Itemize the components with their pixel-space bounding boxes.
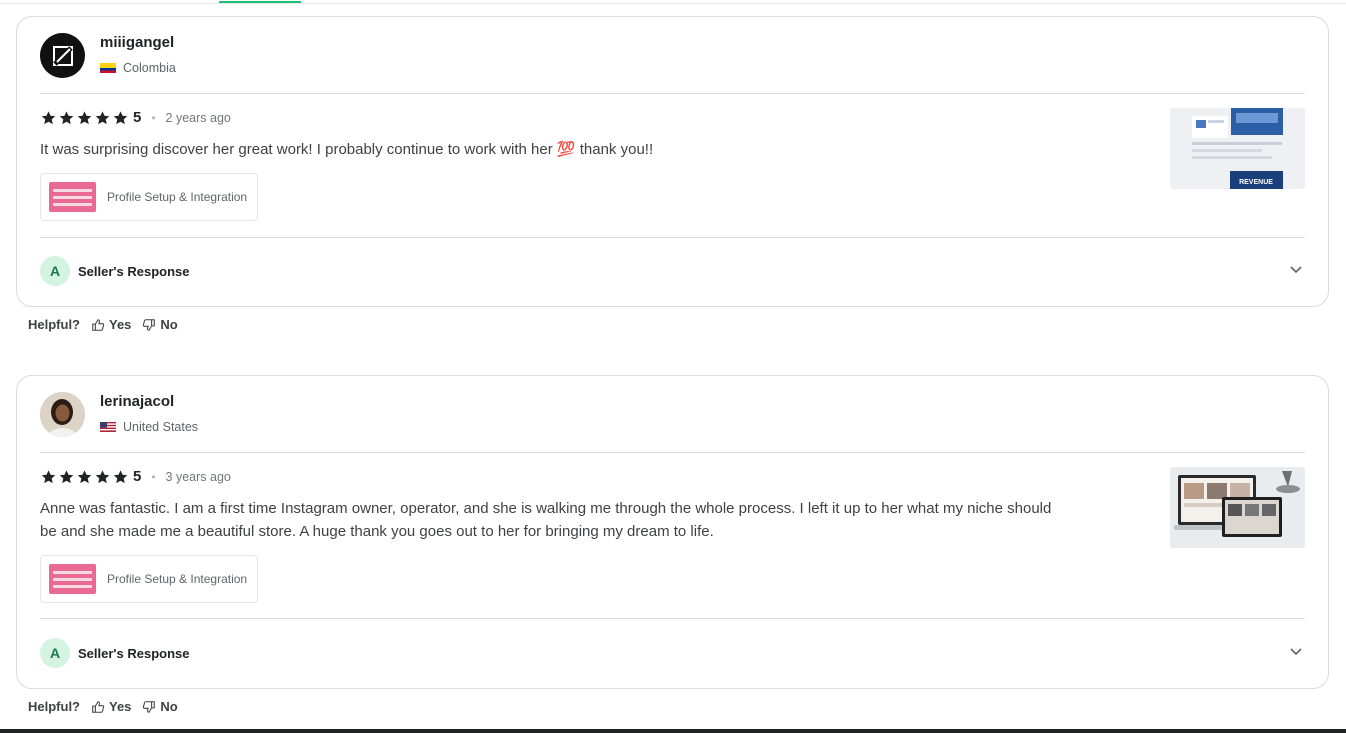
helpful-row: Helpful? Yes No: [28, 317, 178, 332]
thumbs-up-icon: [92, 700, 105, 713]
gig-thumbnail: [49, 182, 96, 212]
revenue-banner-text: REVENUE: [1239, 179, 1273, 186]
rating-value: 5: [133, 468, 142, 485]
chevron-down-icon[interactable]: [1289, 644, 1303, 658]
star-icon: [59, 469, 74, 483]
helpful-no-button[interactable]: No: [142, 699, 178, 714]
thumbs-down-icon: [143, 700, 156, 713]
thumbs-up-icon: [92, 318, 105, 331]
avatar[interactable]: [40, 392, 85, 437]
us-flag-icon: [100, 422, 116, 432]
country-label: Colombia: [123, 61, 176, 75]
seller-response-toggle[interactable]: A Seller's Response: [40, 638, 189, 668]
helpful-row: Helpful? Yes No: [28, 699, 178, 714]
rating-value: 5: [133, 109, 142, 126]
seller-response-label: Seller's Response: [78, 263, 190, 279]
star-icon: [41, 110, 56, 124]
helpful-no-button[interactable]: No: [142, 317, 178, 332]
star-rating: [40, 110, 129, 126]
star-icon: [113, 110, 128, 124]
rating-row: 5 • 2 years ago: [40, 109, 231, 126]
reviewer-username[interactable]: lerinajacol: [100, 393, 174, 410]
brand-logo-icon: [52, 45, 73, 66]
reviewer-country: Colombia: [100, 61, 176, 75]
seller-avatar: A: [40, 256, 70, 286]
seller-response-label: Seller's Response: [78, 645, 190, 661]
work-sample-graphic: [1170, 467, 1305, 548]
rating-row: 5 • 3 years ago: [40, 468, 231, 485]
star-icon: [77, 469, 92, 483]
separator-dot: •: [151, 110, 156, 125]
seller-response-toggle[interactable]: A Seller's Response: [40, 256, 189, 286]
review-text: Anne was fantastic. I am a first time In…: [40, 500, 1052, 540]
thumbs-down-icon: [143, 318, 156, 331]
divider: [40, 93, 1305, 94]
active-tab-indicator: [219, 1, 301, 3]
helpful-yes-label: Yes: [109, 317, 132, 332]
review-time: 2 years ago: [165, 110, 231, 125]
country-label: United States: [123, 420, 199, 434]
work-sample-image[interactable]: REVENUE: [1170, 108, 1305, 189]
helpful-label: Helpful?: [28, 317, 80, 332]
reviewer-country: United States: [100, 420, 198, 434]
separator-dot: •: [151, 469, 156, 484]
seller-avatar: A: [40, 638, 70, 668]
divider: [40, 618, 1305, 619]
top-divider: [0, 0, 1346, 4]
profile-photo-icon: [40, 392, 85, 437]
star-icon: [95, 469, 110, 483]
helpful-yes-button[interactable]: Yes: [91, 699, 131, 714]
helpful-label: Helpful?: [28, 699, 80, 714]
gig-label: Profile Setup & Integration: [107, 190, 248, 204]
helpful-yes-button[interactable]: Yes: [91, 317, 131, 332]
review-time: 3 years ago: [165, 469, 231, 484]
review-text: It was surprising discover her great wor…: [40, 141, 654, 158]
bottom-edge-bar: [0, 729, 1346, 733]
helpful-no-label: No: [160, 699, 178, 714]
star-icon: [41, 469, 56, 483]
divider: [40, 452, 1305, 453]
review-card: miiigangel Colombia 5 • 2 years ago It w…: [16, 16, 1329, 307]
avatar[interactable]: [40, 33, 85, 78]
chevron-down-icon[interactable]: [1289, 262, 1303, 276]
gig-label: Profile Setup & Integration: [107, 572, 248, 586]
reviewer-username[interactable]: miiigangel: [100, 34, 174, 51]
colombia-flag-icon: [100, 63, 116, 73]
star-rating: [40, 469, 129, 485]
helpful-no-label: No: [160, 317, 178, 332]
work-sample-graphic: REVENUE: [1170, 108, 1305, 189]
work-sample-image[interactable]: [1170, 467, 1305, 548]
star-icon: [59, 110, 74, 124]
star-icon: [77, 110, 92, 124]
review-card: lerinajacol United States 5 • 3 years ag…: [16, 375, 1329, 689]
star-icon: [113, 469, 128, 483]
gig-link[interactable]: Profile Setup & Integration: [40, 173, 258, 221]
helpful-yes-label: Yes: [109, 699, 132, 714]
gig-link[interactable]: Profile Setup & Integration: [40, 555, 258, 603]
divider: [40, 237, 1305, 238]
star-icon: [95, 110, 110, 124]
gig-thumbnail: [49, 564, 96, 594]
